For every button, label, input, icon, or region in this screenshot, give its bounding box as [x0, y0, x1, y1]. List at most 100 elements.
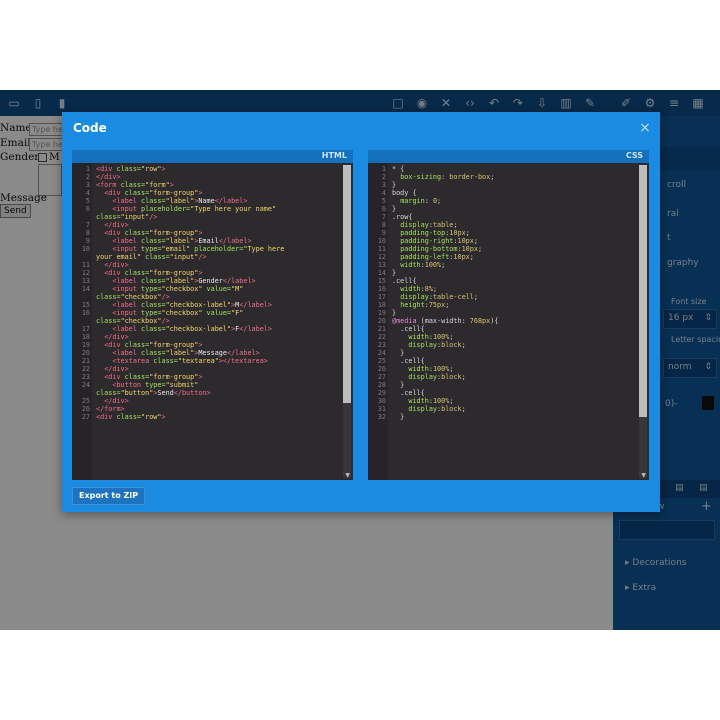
code-line: 1 * {: [368, 165, 637, 173]
code-token: display: [408, 341, 438, 349]
code-token: display: [400, 293, 429, 301]
code-token: class=: [96, 213, 121, 221]
code-token: </div>: [104, 365, 129, 373]
code-token: </div>: [104, 221, 129, 229]
line-number: 17: [377, 293, 386, 301]
code-token: "label": [165, 237, 195, 245]
line-number: 10: [377, 237, 386, 245]
code-token: "form-group": [149, 341, 199, 349]
css-scrollbar[interactable]: [639, 165, 647, 478]
code-token: .row{: [392, 213, 413, 221]
code-token: />: [149, 213, 158, 221]
code-token: }: [392, 349, 405, 357]
html-scroll-thumb[interactable]: [343, 165, 351, 403]
code-line: class="checkbox"/>: [72, 317, 341, 325]
html-pane-label: HTML: [321, 151, 347, 160]
line-number: 25: [81, 397, 90, 405]
code-token: display: [400, 221, 429, 229]
code-line: 15 <label class="checkbox-label">M</labe…: [72, 301, 341, 309]
html-pane-header: HTML: [72, 150, 353, 163]
code-token: />: [198, 253, 207, 261]
code-token: padding-bottom: [400, 245, 458, 253]
code-token: >: [198, 229, 203, 237]
code-token: "checkbox-label": [165, 325, 232, 333]
line-number: 1: [381, 165, 386, 173]
line-number: 12: [81, 269, 90, 277]
line-number: 31: [377, 405, 386, 413]
code-token: class=: [145, 253, 170, 261]
code-token: "M": [231, 285, 244, 293]
line-number: 14: [377, 269, 386, 277]
code-token: width: [408, 365, 429, 373]
code-token: ;: [469, 253, 474, 261]
code-token: ;: [473, 293, 478, 301]
code-token: "Type here your name": [190, 205, 277, 213]
code-line: 11 padding-bottom:10px;: [368, 245, 637, 253]
code-token: ;: [445, 301, 450, 309]
code-token: "form-group": [149, 373, 199, 381]
code-modal: Code × HTML 1 <div class="row"> 2 </div> 3 <f…: [62, 112, 660, 512]
css-code-text[interactable]: 1 * {2 box-sizing: border-box; 3} 4 body {5 …: [368, 165, 637, 421]
code-line: 2 box-sizing: border-box;: [368, 173, 637, 181]
code-token: class=: [116, 413, 142, 421]
code-token: <label: [112, 349, 142, 357]
line-number: 19: [81, 341, 90, 349]
code-token: ;: [477, 245, 483, 253]
code-token: "label": [165, 349, 195, 357]
scroll-down-icon[interactable]: ▼: [641, 472, 646, 479]
code-token: ;: [441, 261, 446, 269]
code-token: <input: [112, 285, 142, 293]
code-token: }: [392, 181, 397, 189]
code-token: display: [408, 373, 438, 381]
code-token: >: [161, 165, 166, 173]
code-line: 28 }: [368, 381, 637, 389]
code-line: 3 <form class="form">: [72, 181, 341, 189]
html-scrollbar[interactable]: [343, 165, 351, 478]
css-scroll-thumb[interactable]: [639, 165, 647, 417]
export-zip-button[interactable]: Export to ZIP: [72, 487, 146, 505]
code-token: "checkbox": [161, 309, 207, 317]
code-line: 31 display:block;: [368, 405, 637, 413]
close-icon[interactable]: ×: [638, 121, 652, 135]
code-token: }: [392, 381, 405, 389]
line-number: 3: [381, 181, 386, 189]
code-line: 14 <input type="checkbox" value="M": [72, 285, 341, 293]
line-number: 8: [85, 229, 90, 237]
line-number: 2: [85, 173, 90, 181]
line-number: 11: [377, 245, 386, 253]
scroll-down-icon[interactable]: ▼: [345, 472, 350, 479]
code-token: </label>: [227, 349, 260, 357]
code-token: ;: [449, 365, 454, 373]
css-pane-header: CSS: [368, 150, 649, 163]
code-token: 100%: [432, 397, 450, 405]
html-code-pane[interactable]: HTML 1 <div class="row"> 2 </div> 3 <form cla…: [72, 150, 353, 480]
html-code-text[interactable]: 1 <div class="row"> 2 </div> 3 <form class="f…: [72, 165, 341, 421]
code-token: <div: [104, 269, 125, 277]
code-token: @media: [392, 317, 417, 325]
code-token: ;: [461, 373, 466, 381]
code-token: <input: [112, 309, 142, 317]
code-token: type=: [145, 381, 166, 389]
code-token: ;: [490, 173, 495, 181]
css-code-pane[interactable]: CSS 1 * {2 box-sizing: border-box; 3} 4 body…: [368, 150, 649, 480]
code-token: class=: [141, 197, 166, 205]
code-token: <div: [104, 373, 125, 381]
code-token: </label>: [214, 197, 248, 205]
code-line: 10 <input type="email" placeholder="Type…: [72, 245, 341, 253]
code-token: class=: [124, 189, 150, 197]
code-line: 27 <div class="row">: [72, 413, 341, 421]
code-token: Send: [157, 389, 174, 397]
code-token: 10px: [461, 245, 478, 253]
code-token: "F": [231, 309, 244, 317]
line-number: 6: [381, 205, 386, 213]
